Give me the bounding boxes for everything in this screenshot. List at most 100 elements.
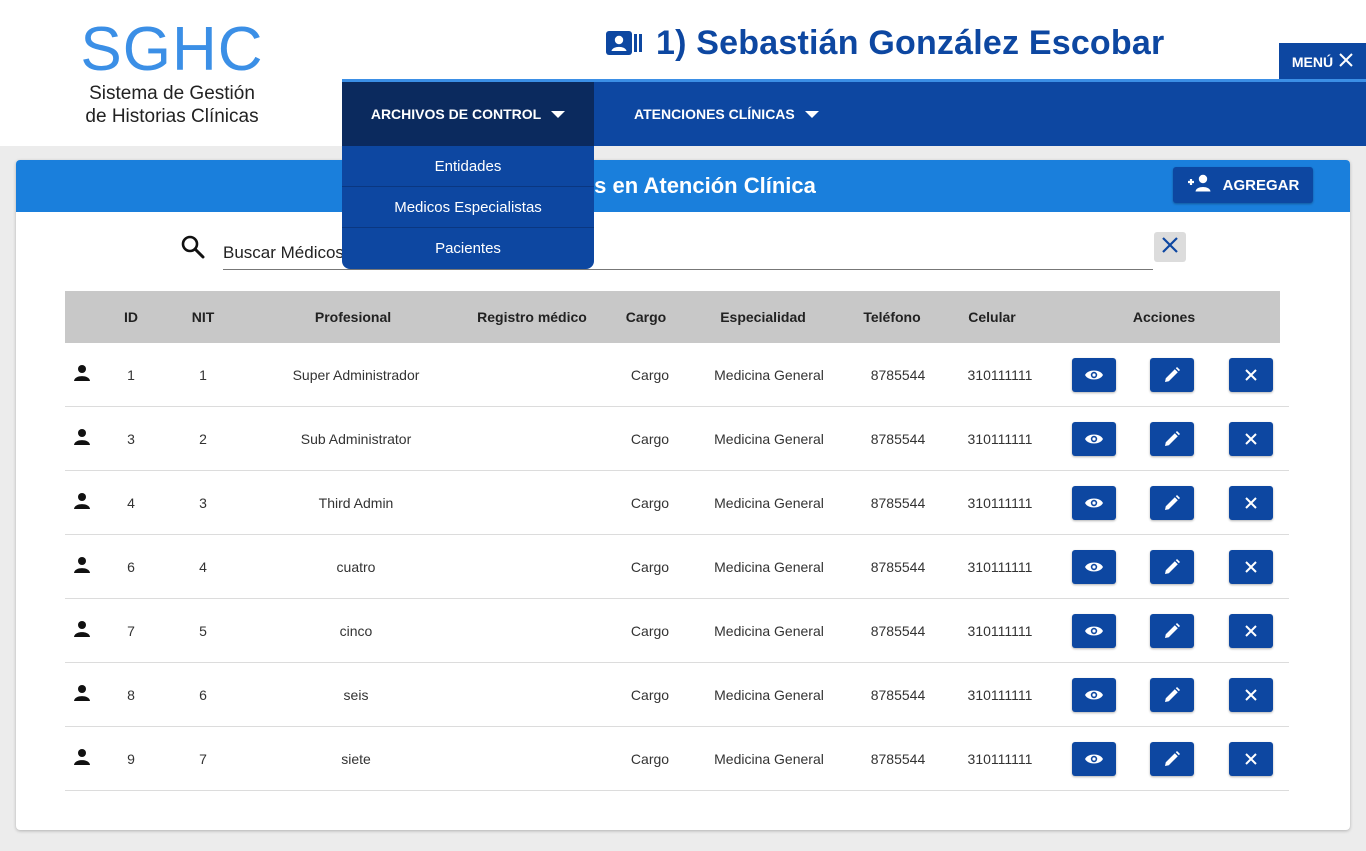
table-row[interactable]: 3 2 Sub Administrator Cargo Medicina General… [65,407,1289,471]
panel-title: nales en Atención Clínica [550,173,816,198]
person-icon [73,492,91,515]
view-button[interactable] [1072,742,1116,776]
close-icon [1245,369,1257,381]
cell-nit: 4 [199,559,207,575]
add-button[interactable]: AGREGAR [1173,167,1313,203]
header-telefono: Teléfono [863,309,921,325]
delete-button[interactable] [1229,678,1273,712]
cell-cargo: Cargo [630,495,670,511]
cell-registro-medico [467,599,597,663]
cell-profesional: siete [341,751,371,767]
view-button[interactable] [1072,422,1116,456]
person-icon [73,428,91,451]
close-icon [1339,53,1353,70]
eye-icon [1084,496,1104,510]
delete-button[interactable] [1229,486,1273,520]
header-profesional: Profesional [314,309,392,325]
edit-button[interactable] [1150,422,1194,456]
table-row[interactable]: 8 6 seis Cargo Medicina General 8785544 310111… [65,663,1289,727]
delete-button[interactable] [1229,742,1273,776]
menu-button-label: MENÚ [1291,53,1334,70]
cell-telefono: 8785544 [870,367,926,383]
header-celular: Celular [968,309,1016,325]
pencil-icon [1164,623,1180,639]
view-button[interactable] [1072,678,1116,712]
menu-button[interactable]: MENÚ [1279,43,1366,80]
delete-button[interactable] [1229,550,1273,584]
edit-button[interactable] [1150,742,1194,776]
header-nit: NIT [191,309,215,325]
edit-button[interactable] [1150,614,1194,648]
cell-especialidad: Medicina General [714,623,824,639]
header-id: ID [124,309,138,325]
user-name: 1) Sebastián González Escobar [656,23,1165,62]
cell-telefono: 8785544 [870,431,926,447]
close-icon [1245,753,1257,765]
table-row[interactable]: 9 7 siete Cargo Medicina General 8785544 31011… [65,727,1289,791]
table-row[interactable]: 4 3 Third Admin Cargo Medicina General 878554… [65,471,1289,535]
pencil-icon [1164,687,1180,703]
view-button[interactable] [1072,486,1116,520]
cell-registro-medico [467,535,597,599]
clear-search-button[interactable] [1154,232,1186,262]
cell-telefono: 8785544 [870,623,926,639]
cell-celular: 310111111 [967,751,1033,767]
eye-icon [1084,432,1104,446]
delete-button[interactable] [1229,614,1273,648]
cell-nit: 6 [199,687,207,703]
cell-especialidad: Medicina General [714,495,824,511]
dropdown-item-medicos-especialistas[interactable]: Medicos Especialistas [342,187,594,228]
header-especialidad: Especialidad [720,309,806,325]
cell-registro-medico [467,343,597,407]
edit-button[interactable] [1150,486,1194,520]
table-header: ID NIT Profesional Registro médico Cargo… [65,291,1280,343]
cell-especialidad: Medicina General [714,559,824,575]
close-icon [1245,625,1257,637]
cell-celular: 310111111 [967,687,1033,703]
eye-icon [1084,752,1104,766]
cell-nit: 2 [199,431,207,447]
cell-id: 9 [127,751,135,767]
table-row[interactable]: 1 1 Super Administrador Cargo Medicina Gener… [65,343,1289,407]
table-row[interactable]: 6 4 cuatro Cargo Medicina General 8785544 3101… [65,535,1289,599]
caret-down-icon [804,110,819,118]
view-button[interactable] [1072,550,1116,584]
nav-label: ATENCIONES CLÍNICAS [634,106,795,122]
close-icon [1245,689,1257,701]
pencil-icon [1164,495,1180,511]
cell-telefono: 8785544 [870,751,926,767]
add-button-label: AGREGAR [1222,176,1300,194]
cell-registro-medico [467,471,597,535]
main-navbar: ARCHIVOS DE CONTROL ATENCIONES CLÍNICAS [342,79,1366,146]
person-icon [73,620,91,643]
edit-button[interactable] [1150,550,1194,584]
table-row[interactable]: 7 5 cinco Cargo Medicina General 8785544 31011… [65,599,1289,663]
archivos-dropdown-menu: Entidades Medicos Especialistas Paciente… [342,146,594,269]
cell-especialidad: Medicina General [714,367,824,383]
dropdown-item-entidades[interactable]: Entidades [342,146,594,187]
cell-especialidad: Medicina General [714,751,824,767]
nav-atenciones-clinicas[interactable]: ATENCIONES CLÍNICAS [634,82,819,146]
close-icon [1245,433,1257,445]
pencil-icon [1164,559,1180,575]
nav-archivos-de-control[interactable]: ARCHIVOS DE CONTROL [342,82,594,146]
cell-telefono: 8785544 [870,495,926,511]
delete-button[interactable] [1229,358,1273,392]
edit-button[interactable] [1150,358,1194,392]
main-panel: nales en Atención Clínica AGREGAR ID NIT… [16,160,1350,830]
cell-cargo: Cargo [630,687,670,703]
cell-celular: 310111111 [967,495,1033,511]
logo-subtitle-line2: de Historias Clínicas [85,106,259,127]
cell-id: 7 [127,623,135,639]
user-title: 1) Sebastián González Escobar [606,22,1164,64]
app-logo[interactable]: SGHC Sistema de Gestión de Historias Clí… [40,18,304,128]
cell-registro-medico [467,663,597,727]
eye-icon [1084,368,1104,382]
view-button[interactable] [1072,614,1116,648]
dropdown-item-pacientes[interactable]: Pacientes [342,228,594,269]
view-button[interactable] [1072,358,1116,392]
search-icon [180,234,206,265]
cell-nit: 5 [199,623,207,639]
edit-button[interactable] [1150,678,1194,712]
delete-button[interactable] [1229,422,1273,456]
